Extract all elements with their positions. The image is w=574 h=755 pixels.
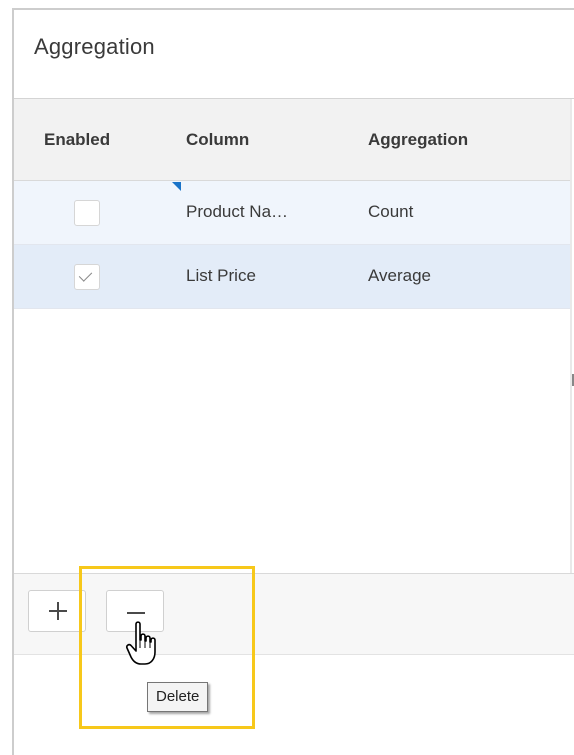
minus-icon bbox=[127, 612, 145, 614]
column-header-aggregation[interactable]: Aggregation bbox=[368, 130, 468, 150]
page: Aggregation Enabled Column Aggregation P… bbox=[0, 0, 574, 755]
enabled-checkbox[interactable] bbox=[74, 200, 100, 226]
cell-column[interactable]: List Price bbox=[186, 266, 256, 286]
panel-title: Aggregation bbox=[34, 34, 155, 59]
enabled-checkbox[interactable] bbox=[74, 264, 100, 290]
cell-changed-marker bbox=[172, 182, 181, 191]
cell-column[interactable]: Product Na… bbox=[186, 202, 288, 222]
aggregation-panel: Aggregation Enabled Column Aggregation P… bbox=[12, 8, 574, 755]
grid-toolbar bbox=[14, 573, 574, 655]
add-button[interactable] bbox=[28, 590, 86, 632]
checkmark-icon bbox=[78, 268, 93, 282]
column-header-column[interactable]: Column bbox=[186, 130, 249, 150]
table-row[interactable]: List Price Average bbox=[14, 245, 572, 309]
aggregation-grid: Enabled Column Aggregation Product Na… C… bbox=[14, 99, 572, 573]
tooltip: Delete bbox=[147, 682, 209, 712]
column-header-enabled[interactable]: Enabled bbox=[44, 130, 110, 150]
grid-right-edge bbox=[570, 99, 572, 573]
hand-pointer-icon bbox=[126, 621, 156, 665]
cell-aggregation[interactable]: Count bbox=[368, 202, 413, 222]
plus-icon bbox=[49, 602, 67, 620]
grid-header: Enabled Column Aggregation bbox=[14, 99, 572, 181]
table-row[interactable]: Product Na… Count bbox=[14, 181, 572, 245]
cell-aggregation[interactable]: Average bbox=[368, 266, 431, 286]
